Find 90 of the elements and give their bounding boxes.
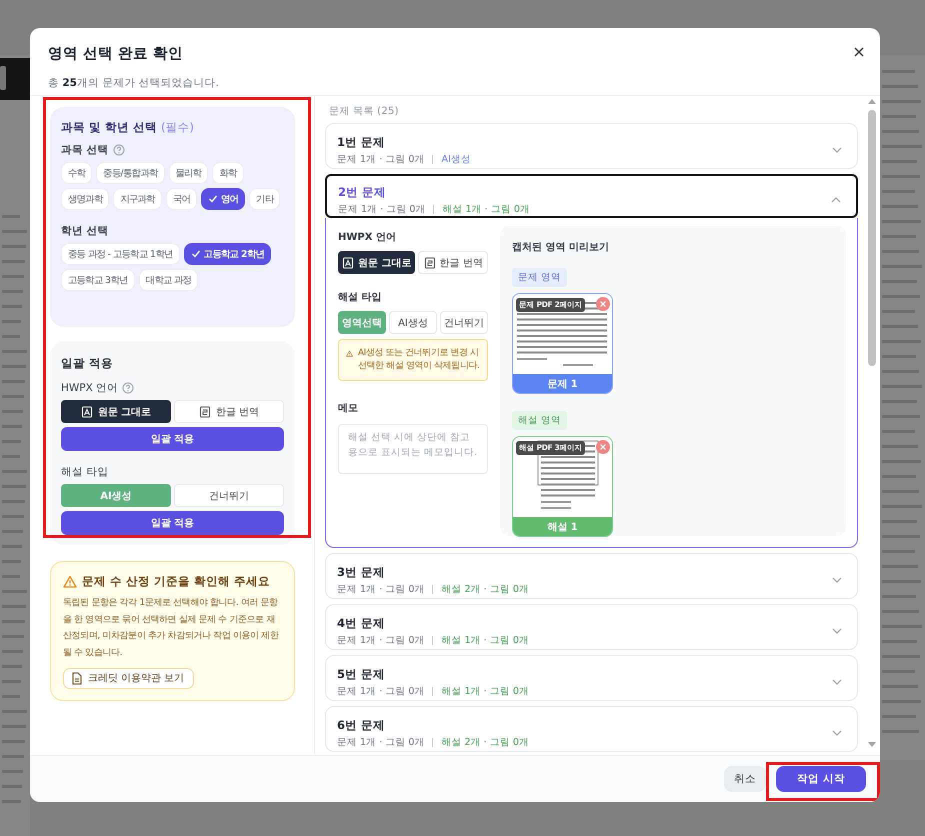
grade-chip[interactable]: 고등학교 2학년 <box>184 243 272 265</box>
section-title: 일괄 적용 <box>61 356 114 371</box>
dialog-subtitle: 총 25개의 문제가 선택되었습니다. <box>48 76 220 90</box>
problem-summary: 문제 1개 · 그림 0개 <box>337 582 424 596</box>
required-label: (필수) <box>161 120 194 135</box>
toggle-button[interactable]: 건너뛰기 <box>174 484 284 507</box>
preview-title: 캡처된 영역 미리보기 <box>512 241 610 254</box>
warning-icon <box>63 575 77 588</box>
grade-chip[interactable]: 대학교 과정 <box>138 269 198 291</box>
field-label: 메모 <box>338 402 359 416</box>
field-label: 해설 타입 <box>61 465 108 479</box>
field-label: 해설 타입 <box>338 291 382 304</box>
chevron-down-icon[interactable] <box>832 627 842 635</box>
subject-chip[interactable]: 영어 <box>201 188 246 210</box>
subject-chip[interactable]: 수학 <box>61 162 92 184</box>
solution-summary: 해설 1개 · 그림 0개 <box>441 684 529 698</box>
solution-summary: 해설 1개 · 그림 0개 <box>441 634 529 646</box>
subject-chip[interactable]: 국어 <box>166 188 198 210</box>
document-icon <box>342 256 354 268</box>
problem-title: 6번 문제 <box>337 718 386 732</box>
problem-summary: 문제 1개 · 그림 0개 <box>337 152 424 166</box>
apply-button[interactable]: 일괄 적용 <box>61 427 284 451</box>
problem-card[interactable]: 1번 문제 문제 1개 · 그림 0개 AI생성 <box>325 123 858 169</box>
list-title: 문제 목록 (25) <box>329 105 400 118</box>
help-icon <box>122 382 134 394</box>
problem-title: 3번 문제 <box>337 564 386 580</box>
chevron-down-icon[interactable] <box>832 729 842 737</box>
problem-summary: 문제 1개 · 그림 0개 <box>337 634 424 646</box>
chevron-up-icon[interactable] <box>831 196 841 204</box>
document-icon <box>424 256 436 268</box>
problem-title: 2번 문제 <box>338 184 388 200</box>
start-button[interactable]: 작업 시작 <box>776 766 866 792</box>
subject-chip[interactable]: 생명과학 <box>61 188 110 210</box>
field-label: 학년 선택 <box>61 224 109 238</box>
problem-summary: 문제 1개 · 그림 0개 <box>337 736 424 748</box>
solution-summary: AI생성 <box>441 152 471 166</box>
memo-field[interactable]: 해설 선택 시에 상단에 참고용으로 표시되는 메모입니다. <box>338 424 488 474</box>
toggle-button[interactable]: 한글 번역 <box>418 251 488 274</box>
problem-title: 4번 문제 <box>337 616 386 630</box>
problem-card[interactable]: 2번 문제 문제 1개 · 그림 0개 해설 1개 · 그림 0개 <box>325 174 858 218</box>
section-title: 과목 및 학년 선택 <box>61 120 158 135</box>
problem-summary: 문제 1개 · 그림 0개 <box>338 202 426 216</box>
subject-chip[interactable]: 기타 <box>249 188 280 210</box>
check-icon <box>208 194 218 204</box>
notice-text: 독립된 문항은 각각 1문제로 선택해야 합니다. 여러 문항을 한 영역으로 묶어 선택하면 실제 문제 수 기준으로 재산정되며, 미차감분이 추가 차감되거나 작업 이용이 제한될 수 있습니다. <box>63 596 280 660</box>
field-label: HWPX 언어 <box>338 231 397 244</box>
help-icon <box>112 144 125 156</box>
field-label: HWPX 언어 <box>61 381 118 395</box>
problem-title: 5번 문제 <box>337 666 386 682</box>
chevron-down-icon[interactable] <box>832 576 842 584</box>
subject-chip[interactable]: 물리학 <box>168 162 208 184</box>
check-icon <box>190 249 201 259</box>
remove-icon[interactable] <box>596 440 610 454</box>
chevron-down-icon[interactable] <box>832 146 842 154</box>
subject-chip[interactable]: 화학 <box>212 162 244 184</box>
toggle-button[interactable]: 원문 그대로 <box>61 400 171 423</box>
capture-label: 해설 1 <box>513 517 612 536</box>
capture-label: 문제 1 <box>513 374 612 393</box>
problem-card[interactable]: 4번 문제 문제 1개 · 그림 0개 해설 1개 · 그림 0개 <box>325 604 858 650</box>
document-icon <box>80 406 93 418</box>
chevron-down-icon[interactable] <box>832 678 842 686</box>
problem-title: 1번 문제 <box>337 134 386 150</box>
toggle-button[interactable]: AI생성 <box>389 311 437 334</box>
terms-link[interactable]: 크레딧 이용약관 보기 <box>63 668 194 690</box>
field-label: 과목 선택 <box>61 143 109 157</box>
problem-card[interactable]: 6번 문제 문제 1개 · 그림 0개 해설 2개 · 그림 0개 <box>325 706 858 752</box>
remove-icon[interactable] <box>596 297 610 311</box>
subject-chip[interactable]: 지구과학 <box>113 188 162 210</box>
problem-card[interactable]: 5번 문제 문제 1개 · 그림 0개 해설 1개 · 그림 0개 <box>325 655 858 701</box>
document-icon <box>71 672 83 686</box>
subject-chip[interactable]: 중등/통합과학 <box>96 162 165 184</box>
area-tag: 해설 영역 <box>512 411 568 430</box>
solution-summary: 해설 1개 · 그림 0개 <box>442 202 530 216</box>
area-tag: 문제 영역 <box>512 268 568 287</box>
solution-summary: 해설 2개 · 그림 0개 <box>441 582 529 596</box>
cancel-button[interactable]: 취소 <box>724 766 766 792</box>
document-icon <box>198 406 211 418</box>
grade-chip[interactable]: 중등 과정 - 고등학교 1학년 <box>61 243 180 265</box>
close-icon[interactable] <box>854 47 864 57</box>
toggle-button[interactable]: 원문 그대로 <box>338 251 416 274</box>
notice-title: 문제 수 산정 기준을 확인해 주세요 <box>82 574 270 589</box>
dialog-title: 영역 선택 완료 확인 <box>48 45 184 63</box>
toggle-button[interactable]: 건너뛰기 <box>440 311 488 334</box>
solution-summary: 해설 2개 · 그림 0개 <box>441 736 529 748</box>
problem-summary: 문제 1개 · 그림 0개 <box>337 684 424 698</box>
toggle-button[interactable]: 한글 번역 <box>174 400 284 423</box>
warning-text: AI생성 또는 건너뛰기로 변경 시 선택한 해설 영역이 삭제됩니다. <box>358 347 480 374</box>
apply-button[interactable]: 일괄 적용 <box>61 511 284 535</box>
grade-chip[interactable]: 고등학교 3학년 <box>61 269 135 291</box>
problem-card[interactable]: 3번 문제 문제 1개 · 그림 0개 해설 2개 · 그림 0개 <box>325 553 858 599</box>
